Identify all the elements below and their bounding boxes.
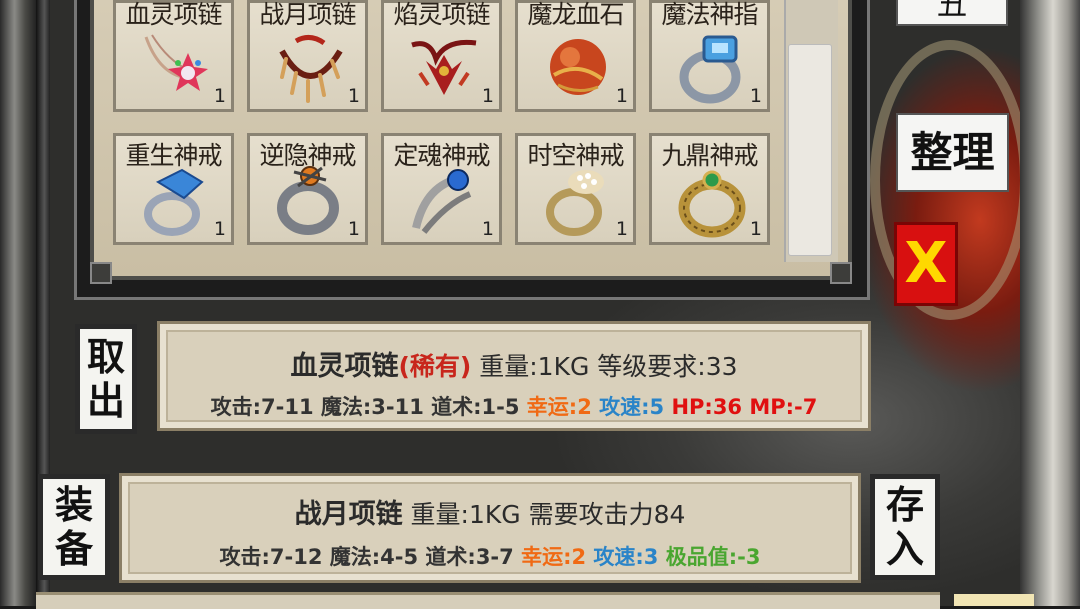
frame-left — [0, 0, 36, 606]
equip-label-2: 备 — [54, 527, 93, 571]
bottom-right-partial-button[interactable] — [954, 594, 1034, 606]
item-name: 战月项链 — [259, 0, 356, 29]
inventory-slot-1[interactable]: 血灵项链 1 — [113, 0, 234, 112]
dragon-necklace-icon — [411, 39, 477, 95]
panel-corner-right — [830, 262, 852, 284]
item-quantity: 1 — [481, 218, 494, 240]
item-quantity: 1 — [615, 218, 628, 240]
item-info-card-equipped: 战月项链 重量:1KG 需要攻击力84 攻击:7-12 魔法:4-5 道术:3-… — [119, 473, 861, 583]
stat-luck: 幸运:2 — [526, 395, 592, 419]
ring-icon — [277, 166, 339, 235]
item-name: 魔龙血石 — [527, 0, 624, 29]
stat-speed: 攻速:5 — [599, 395, 665, 419]
claw-necklace-icon — [279, 35, 343, 103]
item-name: 焰灵项链 — [393, 0, 490, 29]
item-stats-line: 攻击:7-12 魔法:4-5 道术:3-7 幸运:2 攻速:3 极品值:-3 — [128, 541, 852, 571]
ring-icon — [679, 35, 741, 104]
stats-basic: 攻击:7-11 魔法:3-11 道术:1-5 — [210, 395, 527, 419]
inventory-scrollbar-thumb[interactable] — [788, 44, 832, 256]
item-quantity: 1 — [749, 218, 762, 240]
ring-icon — [412, 169, 472, 234]
item-title-line: 战月项链 重量:1KG 需要攻击力84 — [128, 492, 852, 531]
stat-mp: MP:-7 — [749, 395, 818, 419]
store-label-2: 入 — [885, 527, 924, 571]
stat-quality: 极品值:-3 — [665, 545, 761, 569]
item-meta: 重量:1KG 等级要求:33 — [471, 352, 738, 381]
item-title-line: 血灵项链(稀有) 重量:1KG 等级要求:33 — [166, 344, 862, 383]
equip-label-1: 装 — [54, 483, 93, 527]
item-quantity: 1 — [481, 85, 494, 107]
item-meta: 重量:1KG 需要攻击力84 — [402, 500, 686, 529]
necklace-icon — [144, 34, 208, 91]
frame-right — [1020, 0, 1080, 606]
rarity-label: (稀有) — [398, 352, 472, 381]
inventory-slot-10[interactable]: 九鼎神戒 1 — [649, 133, 770, 245]
item-title: 战月项链 — [294, 499, 403, 530]
inventory-slot-9[interactable]: 时空神戒 1 — [515, 133, 636, 245]
inventory-slot-7[interactable]: 逆隐神戒 1 — [247, 133, 368, 245]
inventory-slot-3[interactable]: 焰灵项链 1 — [381, 0, 502, 112]
item-quantity: 1 — [347, 218, 360, 240]
item-quantity: 1 — [749, 85, 762, 107]
next-card-partial — [36, 592, 940, 609]
item-name: 血灵项链 — [125, 0, 222, 29]
ring-icon — [678, 170, 746, 238]
take-out-label-1: 取 — [86, 335, 125, 379]
equip-button[interactable]: 装 备 — [38, 474, 110, 580]
inventory-slot-2[interactable]: 战月项链 1 — [247, 0, 368, 112]
item-info-card-selected: 血灵项链(稀有) 重量:1KG 等级要求:33 攻击:7-11 魔法:3-11 … — [157, 321, 871, 431]
item-quantity: 1 — [615, 85, 628, 107]
sort-button[interactable]: 整理 — [896, 113, 1009, 192]
store-button[interactable]: 存 入 — [870, 474, 940, 580]
item-quantity: 1 — [213, 85, 226, 107]
item-title: 血灵项链 — [290, 351, 399, 382]
ring-icon — [546, 170, 604, 236]
stat-speed: 攻速:3 — [593, 545, 659, 569]
store-label-1: 存 — [885, 483, 924, 527]
inventory-slot-4[interactable]: 魔龙血石 1 — [515, 0, 636, 112]
close-button[interactable]: X — [894, 222, 958, 306]
item-name: 魔法神指 — [661, 0, 758, 29]
panel-corner-left — [90, 262, 112, 284]
take-out-button[interactable]: 取 出 — [75, 324, 137, 434]
item-quantity: 1 — [213, 218, 226, 240]
inventory-slot-6[interactable]: 重生神戒 1 — [113, 133, 234, 245]
item-stats-line: 攻击:7-11 魔法:3-11 道术:1-5 幸运:2 攻速:5 HP:36 M… — [166, 391, 862, 421]
stat-hp: HP:36 — [671, 395, 743, 419]
stats-basic: 攻击:7-12 魔法:4-5 道术:3-7 — [219, 545, 522, 569]
item-quantity: 1 — [347, 85, 360, 107]
ring-icon — [144, 168, 204, 236]
partial-top-button[interactable]: 丑 — [896, 0, 1008, 26]
stat-luck: 幸运:2 — [521, 545, 587, 569]
inventory-slot-5[interactable]: 魔法神指 1 — [649, 0, 770, 112]
inventory-slot-8[interactable]: 定魂神戒 1 — [381, 133, 502, 245]
take-out-label-2: 出 — [86, 379, 125, 423]
orb-icon — [550, 39, 606, 95]
